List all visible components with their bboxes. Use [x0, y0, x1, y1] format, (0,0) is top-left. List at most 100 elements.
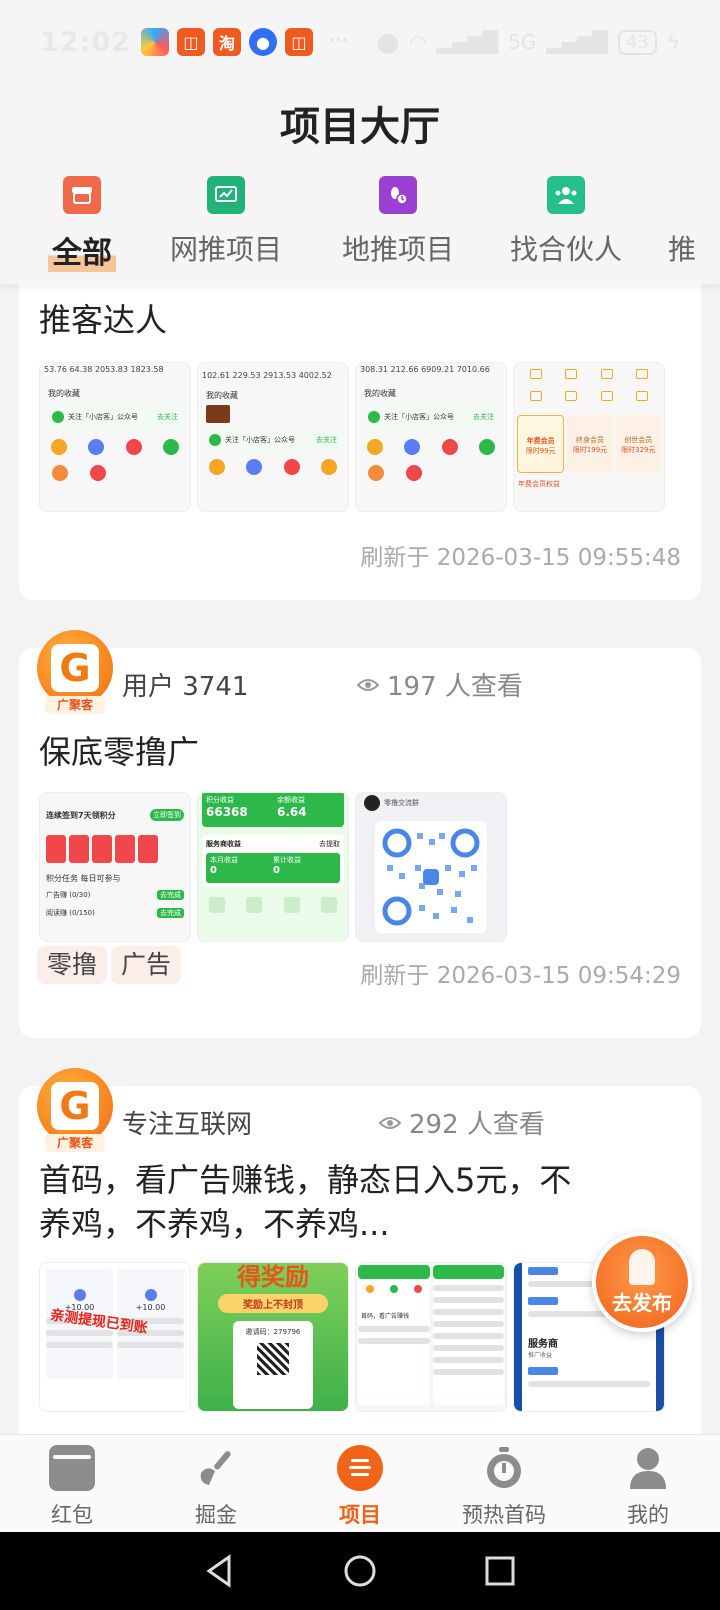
thumb-row-button: 去完成 — [157, 890, 184, 900]
avatar[interactable]: G 广聚客 — [37, 1068, 113, 1152]
tab-find-partner[interactable]: 找合伙人 — [496, 176, 636, 268]
project-title: 保底零撸广 — [39, 733, 200, 771]
people-icon — [547, 176, 585, 214]
tab-offline-projects[interactable]: 地推项目 — [328, 176, 468, 268]
thumb-day-boxes — [40, 821, 190, 863]
project-tag[interactable]: 零撸 — [37, 946, 108, 984]
recents-icon[interactable] — [483, 1554, 517, 1588]
browser-notification-icon: ● — [248, 28, 277, 56]
nav-projects-label: 项目 — [339, 1503, 381, 1527]
tab-online-projects[interactable]: 网推项目 — [156, 176, 296, 268]
view-count: 292 人查看 — [378, 1104, 545, 1141]
thumb-member-c: 创世会员 — [624, 436, 653, 444]
thumb-service-title: 服务商 — [528, 1339, 558, 1350]
publish-button[interactable]: 去发布 — [592, 1232, 692, 1332]
thumb-icon-grid-2 — [514, 379, 664, 401]
thumb-wechat-row: 关注「小店客」公众号 去关注 — [362, 405, 500, 429]
project-thumbnail[interactable]: 连续签到7天领积分 立即签到 积分任务 每日可参与 广告赚 (0/30) 去完成… — [39, 792, 191, 942]
project-thumbnail[interactable]: 53.76 64.38 2053.83 1823.58 我的收藏 关注「小店客」… — [39, 362, 191, 512]
taobao-notification-icon: 淘 — [212, 28, 241, 56]
project-thumbnail[interactable]: 零撸交流群 — [355, 792, 507, 942]
nav-mine[interactable]: 我的 — [576, 1435, 720, 1532]
thumb-checkin-button: 立即签到 — [150, 809, 184, 821]
thumb-wechat: 关注「小店客」公众号 — [225, 436, 295, 444]
thumb-icon-row — [198, 897, 348, 913]
logo-icon: G — [51, 1082, 99, 1130]
project-thumbnails: 连续签到7天领积分 立即签到 积分任务 每日可参与 广告赚 (0/30) 去完成… — [39, 792, 507, 942]
nav-projects[interactable]: 项目 — [288, 1435, 432, 1532]
thumb-month-value: 0 — [210, 865, 217, 876]
page-title: 项目大厅 — [280, 104, 440, 150]
project-card[interactable]: 推客达人 53.76 64.38 2053.83 1823.58 我的收藏 关注… — [19, 270, 701, 600]
thumb-balance-label: 余额收益 — [277, 796, 305, 804]
signal-icon: ▂▄▆█ — [436, 30, 499, 54]
person-icon — [625, 1445, 671, 1491]
username: 专注互联网 — [122, 1110, 253, 1140]
stopwatch-icon — [481, 1445, 527, 1491]
thumb-member-b: 终身会员 — [575, 436, 604, 444]
thumb-icon-row-2 — [40, 465, 190, 481]
avatar[interactable]: G 广聚客 — [37, 630, 113, 714]
thumb-wechat-row: 关注「小店客」公众号 去关注 — [46, 405, 184, 429]
thumb-row-button: 去完成 — [157, 908, 184, 918]
thumb-code-label: 邀请码： — [245, 1328, 274, 1336]
thumb-service-box: 服务商收益 去提取 本月收益 0 累计收益 0 — [202, 835, 344, 887]
thumb-wechat-row: 关注「小店客」公众号 去关注 — [204, 429, 342, 451]
view-count-text: 292 人查看 — [409, 1110, 545, 1140]
thumb-stats: 308.31 212.66 6909.21 7010.66 — [360, 365, 490, 374]
store-icon — [63, 176, 101, 214]
thumb-row2: 阅读赚 (0/150) — [46, 909, 95, 917]
tab-all[interactable]: 全部 — [12, 176, 152, 272]
project-thumbnail[interactable]: 102.61 229.53 2913.53 4002.52 我的收藏 关注「小店… — [197, 362, 349, 512]
thumb-section: 我的收藏 — [364, 389, 396, 398]
thumb-price-a: 限时99元 — [525, 447, 556, 455]
status-bar: 12:02 ◫ 淘 ● ◫ ··· ⬤ ◠ ▂▄▆█ 5G ▂▄▆█ 43 ϟ — [0, 0, 720, 84]
thumb-earnings-bar: 积分收益 66368 余额收益 6.64 — [202, 793, 344, 827]
thumb-task-row-2: 阅读赚 (0/150) 去完成 — [40, 904, 190, 922]
project-thumbnail[interactable]: +10.00 +10.00 亲测提现已到账 — [39, 1262, 191, 1412]
status-app-icons: ◫ 淘 ● ◫ ··· — [140, 28, 349, 56]
nav-red-packet-label: 红包 — [51, 1503, 93, 1527]
project-tag[interactable]: 广告 — [111, 946, 182, 984]
project-thumbnail[interactable]: 首码，看广告赚钱 — [355, 1262, 507, 1412]
avatar-tag: 广聚客 — [45, 1134, 105, 1152]
home-icon[interactable] — [343, 1554, 377, 1588]
project-thumbnail[interactable]: 得奖励 奖励上不封顶 邀请码：279796 — [197, 1262, 349, 1412]
wifi-icon: ◠ — [409, 30, 427, 54]
thumb-member-cards: 年费会员 限时99元 终身会员 限时199元 创世会员 限时329元 — [514, 401, 664, 473]
project-thumbnail[interactable]: 年费会员 限时99元 终身会员 限时199元 创世会员 限时329元 年费会员权… — [513, 362, 665, 512]
red-packet-icon — [49, 1445, 95, 1491]
thumb-code: 279796 — [273, 1328, 301, 1336]
project-title: 推客达人 — [39, 301, 168, 339]
app-notification-icon — [140, 28, 169, 56]
thumb-group-header: 零撸交流群 — [356, 793, 506, 813]
thumb-price-b: 限时199元 — [572, 446, 608, 454]
location-icon: ⬤ — [376, 30, 400, 54]
nav-dig[interactable]: 掘金 — [144, 1435, 288, 1532]
back-icon[interactable] — [203, 1554, 237, 1588]
thumb-wechat: 关注「小店客」公众号 — [384, 413, 454, 421]
refresh-time: 刷新于 2026-03-15 09:54:29 — [360, 963, 681, 989]
thumb-product-image — [206, 405, 230, 423]
project-thumbnail[interactable]: 308.31 212.66 6909.21 7010.66 我的收藏 关注「小店… — [355, 362, 507, 512]
thumb-amount: +10.00 — [135, 1303, 166, 1312]
thumb-icon-grid — [514, 363, 664, 379]
thumb-wechat: 关注「小店客」公众号 — [68, 413, 138, 421]
status-more-icon: ··· — [328, 28, 349, 52]
eye-icon — [356, 670, 380, 700]
nav-red-packet[interactable]: 红包 — [0, 1435, 144, 1532]
footprint-clock-icon — [379, 176, 417, 214]
thumb-member-a: 年费会员 — [526, 437, 555, 445]
thumb-task: 积分任务 每日可参与 — [46, 874, 121, 883]
thumb-points: 66368 — [206, 805, 248, 819]
nav-preheat[interactable]: 预热首码 — [432, 1435, 576, 1532]
project-thumbnail[interactable]: 积分收益 66368 余额收益 6.64 服务商收益 去提取 本月收益 0 累计收… — [197, 792, 349, 942]
thumb-icon-row — [198, 459, 348, 475]
tab-more[interactable]: 推 — [668, 176, 720, 268]
thumb-balance: 6.64 — [277, 805, 307, 819]
thumb-note: 首码，看广告赚钱 — [361, 1313, 410, 1320]
project-card[interactable]: G 广聚客 用户 3741 197 人查看 保底零撸广 连续签到7天领积分 立即… — [19, 630, 701, 1038]
charging-icon: ϟ — [666, 30, 680, 54]
status-indicators: ⬤ ◠ ▂▄▆█ 5G ▂▄▆█ 43 ϟ — [376, 29, 680, 55]
system-nav-bar — [0, 1532, 720, 1610]
